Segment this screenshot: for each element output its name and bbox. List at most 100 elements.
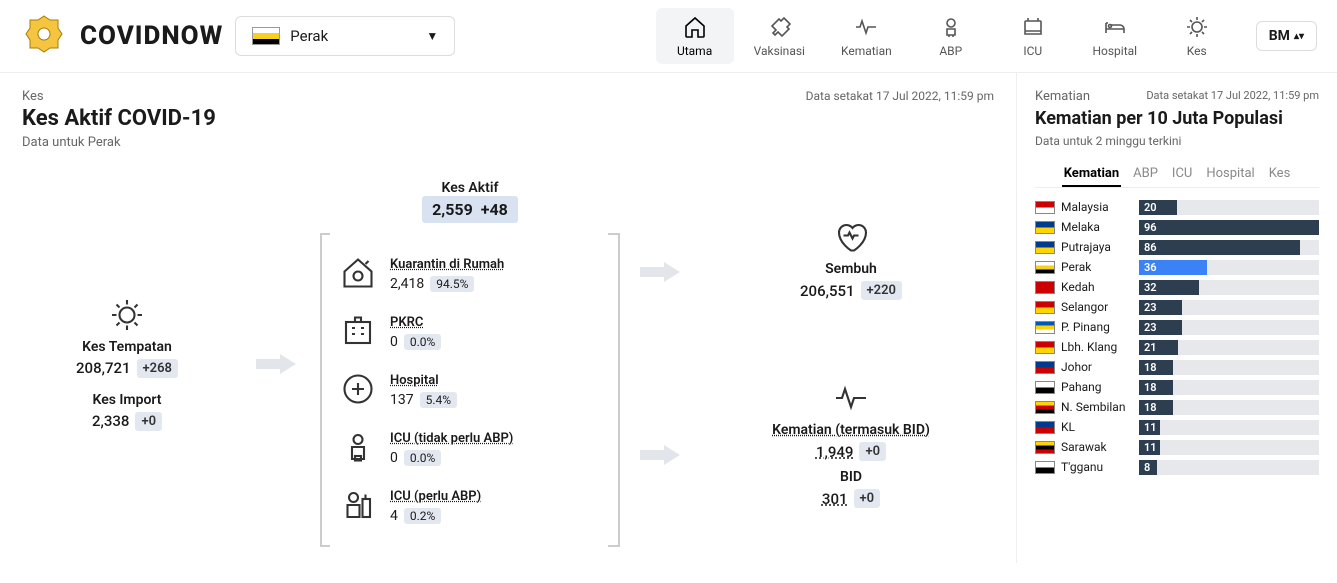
import-cases-delta: +0 [135,412,162,431]
death-pulse-icon [833,380,869,416]
bar-row[interactable]: KL 11 [1035,420,1319,435]
bar-row[interactable]: Perak 36 [1035,260,1319,275]
state-flag-icon [1035,421,1055,434]
category-label[interactable]: Kuarantin di Rumah [390,257,504,272]
recovered-value: 206,551 [800,282,855,300]
state-name: T'gganu [1061,460,1133,474]
bar-row[interactable]: Selangor 23 [1035,300,1319,315]
bar-value: 23 [1139,301,1162,314]
icu-abp-icon [340,487,378,525]
bar-row[interactable]: Johor 18 [1035,360,1319,375]
category-label[interactable]: ICU (tidak perlu ABP) [390,431,513,446]
bar-value: 21 [1139,341,1162,354]
nav-label: ABP [939,44,962,58]
side-tab-abp[interactable]: ABP [1131,162,1160,187]
state-name: N. Sembilan [1061,400,1133,414]
bar-row[interactable]: N. Sembilan 18 [1035,400,1319,415]
bid-delta: +0 [854,489,881,508]
state-name: Sarawak [1061,440,1133,454]
state-flag-icon [1035,241,1055,254]
bar-row[interactable]: Kedah 32 [1035,280,1319,295]
language-label: BM [1269,28,1290,44]
home-icon [340,255,378,293]
nav-label: Utama [677,44,712,58]
bar-value: 86 [1139,241,1162,254]
state-flag-icon [1035,261,1055,274]
category-row: Hospital 1375.4% [340,361,600,419]
category-label[interactable]: ICU (perlu ABP) [390,489,481,504]
deaths-label: Kematian (termasuk BID) [772,422,930,438]
active-cases-delta: +48 [481,200,508,219]
state-flag-icon [1035,321,1055,334]
state-name: Putrajaya [1061,240,1133,254]
side-date: Data setakat 17 Jul 2022, 11:59 pm [1146,89,1319,102]
nav-vaksinasi[interactable]: Vaksinasi [738,8,821,64]
state-selector[interactable]: Perak ▼ [235,16,455,56]
section-sub: Data untuk Perak [22,135,216,150]
side-tab-kes[interactable]: Kes [1267,162,1293,187]
bar-row[interactable]: Melaka 96 [1035,220,1319,235]
nav-abp[interactable]: ABP [912,8,990,64]
side-tab-hospital[interactable]: Hospital [1204,162,1256,187]
arrow-right-icon [640,260,680,284]
icu-icon [1020,14,1046,40]
side-tab-kematian[interactable]: Kematian [1062,162,1121,187]
category-label[interactable]: Hospital [390,373,457,388]
bar-value: 18 [1139,361,1162,374]
nav-label: ICU [1023,44,1042,58]
bar-row[interactable]: Lbh. Klang 21 [1035,340,1319,355]
nav-utama[interactable]: Utama [656,8,734,64]
state-name: Lbh. Klang [1061,340,1133,354]
state-flag-icon [1035,461,1055,474]
bar-track: 23 [1139,300,1319,315]
nav-hospital[interactable]: Hospital [1076,8,1154,64]
bar-track: 8 [1139,460,1319,475]
category-value: 4 [390,508,398,524]
state-flag-icon [1035,401,1055,414]
state-flag-icon [1035,281,1055,294]
nav-kes[interactable]: Kes [1158,8,1236,64]
bar-track: 18 [1139,400,1319,415]
bar-row[interactable]: Pahang 18 [1035,380,1319,395]
state-name: Kedah [1061,280,1133,294]
state-name: KL [1061,420,1133,434]
side-title: Kematian per 10 Juta Populasi [1035,108,1319,130]
section-title: Kes Aktif COVID-19 [22,106,216,131]
bar-track: 21 [1139,340,1319,355]
state-flag-icon [1035,301,1055,314]
nav-icu[interactable]: ICU [994,8,1072,64]
brand-title: COVIDNOW [80,21,223,51]
category-row: ICU (tidak perlu ABP) 00.0% [340,419,600,477]
heart-icon [833,219,869,255]
bar-row[interactable]: Putrajaya 86 [1035,240,1319,255]
side-sub: Data untuk 2 minggu terkini [1035,134,1319,148]
bar-row[interactable]: Malaysia 20 [1035,200,1319,215]
category-pct: 94.5% [430,276,474,292]
bar-row[interactable]: T'gganu 8 [1035,460,1319,475]
section-crumb: Kes [22,89,216,104]
nav-kematian[interactable]: Kematian [825,8,908,64]
state-name: P. Pinang [1061,320,1133,334]
updown-icon: ▴▾ [1294,31,1304,42]
category-row: ICU (perlu ABP) 40.2% [340,477,600,535]
bar-value: 18 [1139,381,1162,394]
state-flag-icon [1035,381,1055,394]
bar-value: 11 [1139,441,1162,454]
state-name: Johor [1061,360,1133,374]
state-name: Perak [1061,260,1133,274]
side-tab-icu[interactable]: ICU [1170,162,1194,187]
language-selector[interactable]: BM ▴▾ [1256,21,1317,51]
bid-label: BID [822,469,880,485]
bar-row[interactable]: Sarawak 11 [1035,440,1319,455]
deaths-bar-chart: Malaysia 20 Melaka 96 Putrajaya 86 Perak… [1035,200,1319,475]
syringe-icon [766,14,792,40]
bar-row[interactable]: P. Pinang 23 [1035,320,1319,335]
import-cases-label: Kes Import [93,392,162,408]
bar-track: 23 [1139,320,1319,335]
category-value: 0 [390,450,398,466]
bar-value: 18 [1139,401,1162,414]
home-icon [682,14,708,40]
category-label[interactable]: PKRC [390,315,441,330]
chevron-down-icon: ▼ [426,29,438,43]
virus-icon [1184,14,1210,40]
